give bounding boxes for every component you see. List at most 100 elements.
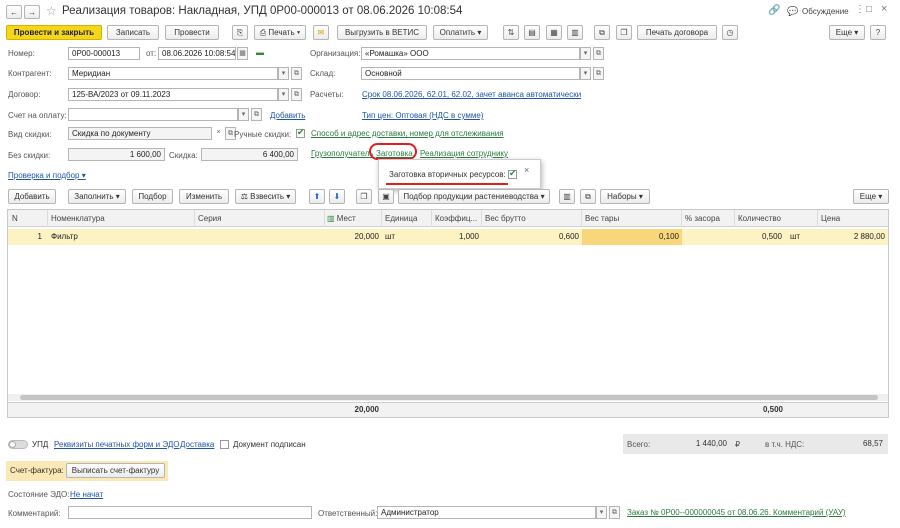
issue-invoice-button[interactable]: Выписать счет-фактуру — [66, 463, 165, 478]
print-forms-link[interactable]: Реквизиты печатных форм и ЭДО — [54, 439, 179, 451]
table-more-button[interactable]: Еще ▾ — [853, 189, 889, 204]
col-series[interactable]: Серия — [195, 210, 325, 227]
tool-icon-1[interactable]: ⇅ — [503, 25, 519, 40]
cell-item[interactable]: Фильтр — [48, 230, 81, 244]
price-type-link[interactable]: Тип цен: Оптовая (НДС в сумме) — [362, 110, 483, 122]
col-coef[interactable]: Коэффиц... — [432, 210, 482, 227]
menu-icon[interactable]: ⋮ — [855, 4, 865, 15]
fill-button[interactable]: Заполнить ▾ — [68, 189, 126, 204]
cell-litter[interactable] — [682, 230, 735, 244]
sets-button[interactable]: Наборы ▾ — [600, 189, 650, 204]
tool-icon-3[interactable]: ▦ — [546, 25, 562, 40]
post-and-close-button[interactable]: Провести и закрыть — [6, 25, 102, 40]
pay-button[interactable]: Оплатить ▾ — [433, 25, 488, 40]
move-down-icon[interactable]: ⬇ — [329, 189, 345, 204]
vetis-export-button[interactable]: Выгрузить в ВЕТИС — [337, 25, 427, 40]
col-litter[interactable]: % засора — [682, 210, 735, 227]
delivery-bottom-link[interactable]: Доставка — [180, 439, 214, 451]
save-button[interactable]: Записать — [107, 25, 159, 40]
popup-close-icon[interactable]: × — [524, 165, 529, 175]
discount-field[interactable]: 6 400,00 — [201, 148, 298, 161]
col-qty[interactable]: Количество — [735, 210, 818, 227]
order-link[interactable]: Заказ № 0Р00--000000045 от 08.06.26. Ком… — [627, 507, 846, 519]
add-row-button[interactable]: Добавить — [8, 189, 56, 204]
tool-icon-4[interactable]: ▥ — [567, 25, 583, 40]
change-button[interactable]: Изменить — [179, 189, 229, 204]
back-button[interactable]: ← — [6, 5, 22, 19]
structure-icon[interactable]: ⎘ — [232, 25, 248, 40]
delivery-link[interactable]: Способ и адрес доставки, номер для отсле… — [311, 128, 504, 140]
clock-icon[interactable]: ◷ — [722, 25, 738, 40]
add-link[interactable]: Добавить — [270, 110, 305, 122]
contract-field[interactable]: 125-ВА/2023 от 09.11.2023 — [68, 88, 278, 101]
upd-toggle[interactable] — [8, 440, 28, 449]
cell-series[interactable] — [195, 230, 201, 244]
org-dropdown-icon[interactable]: ▾ — [580, 47, 591, 60]
move-up-icon[interactable]: ⬆ — [309, 189, 325, 204]
check-and-pick-link[interactable]: Проверка и подбор ▾ — [8, 170, 86, 182]
contract-open-icon[interactable]: ⧉ — [291, 88, 302, 101]
contract-dropdown-icon[interactable]: ▾ — [278, 88, 289, 101]
invoice-field[interactable] — [68, 108, 238, 121]
weigh-button[interactable]: ⚖ Взвесить ▾ — [235, 189, 296, 204]
invoice-open-icon[interactable]: ⧉ — [251, 108, 262, 121]
more-button[interactable]: Еще ▾ — [829, 25, 865, 40]
discussion-link[interactable]: Обсуждение — [802, 7, 849, 16]
cell-qty[interactable]: 0,500 — [735, 230, 785, 244]
col-n[interactable]: N — [8, 210, 48, 227]
cell-places[interactable]: 20,000 — [325, 230, 382, 244]
favorite-star-icon[interactable]: ☆ — [46, 4, 57, 18]
number-field[interactable]: 0Р00-000013 — [68, 47, 140, 60]
discount-type-field[interactable]: Скидка по документу — [68, 127, 212, 140]
settlements-link[interactable]: Срок 08.06.2026, 62.01, 62.02, зачет ава… — [362, 89, 581, 101]
discussion-icon[interactable]: 💬 — [787, 6, 798, 17]
counterparty-open-icon[interactable]: ⧉ — [291, 67, 302, 80]
counterparty-dropdown-icon[interactable]: ▾ — [278, 67, 289, 80]
org-field[interactable]: «Ромашка» ООО — [361, 47, 580, 60]
comment-field[interactable] — [68, 506, 312, 519]
barcode-icon[interactable]: ▥ — [559, 189, 575, 204]
horizontal-scrollbar[interactable] — [8, 394, 888, 401]
forward-button[interactable]: → — [24, 5, 40, 19]
tool-icon-2[interactable]: ▤ — [524, 25, 540, 40]
cell-price[interactable]: 2 880,00 — [818, 230, 888, 244]
pick-button[interactable]: Подбор — [132, 189, 173, 204]
date-field[interactable]: 08.06.2026 10:08:54 — [158, 47, 236, 60]
print-contract-button[interactable]: Печать договора — [637, 25, 717, 40]
warehouse-field[interactable]: Основной — [361, 67, 580, 80]
calendar-icon[interactable]: ▦ — [237, 47, 248, 60]
secondary-resources-checkbox[interactable] — [508, 168, 517, 179]
cell-unit[interactable]: шт — [382, 230, 398, 244]
plant-products-pick-button[interactable]: Подбор продукции растениеводства ▾ — [398, 189, 550, 204]
col-price[interactable]: Цена — [818, 210, 888, 227]
discount-clear-icon[interactable]: × — [213, 127, 224, 140]
manual-discount-checkbox[interactable] — [296, 127, 305, 138]
no-discount-field[interactable]: 1 600,00 — [68, 148, 165, 161]
responsible-open-icon[interactable]: ⧉ — [609, 506, 620, 519]
signed-checkbox[interactable] — [220, 440, 229, 449]
copy-row-icon[interactable]: ❐ — [356, 189, 372, 204]
email-icon[interactable]: ✉ — [313, 25, 329, 40]
counterparty-field[interactable]: Меридиан — [68, 67, 278, 80]
print-button[interactable]: ⎙ Печать ▾ — [254, 25, 306, 40]
maximize-icon[interactable]: □ — [866, 4, 872, 15]
cell-gross[interactable]: 0,600 — [482, 230, 582, 244]
col-unit[interactable]: Единица — [382, 210, 432, 227]
invoice-dropdown-icon[interactable]: ▾ — [238, 108, 249, 121]
org-open-icon[interactable]: ⧉ — [593, 47, 604, 60]
tool-icon-5[interactable]: ⧉ — [594, 25, 610, 40]
cell-coef[interactable]: 1,000 — [432, 230, 482, 244]
col-item[interactable]: Номенклатура — [48, 210, 195, 227]
help-icon[interactable]: ? — [870, 25, 886, 40]
col-gross[interactable]: Вес брутто — [482, 210, 582, 227]
consignee-link[interactable]: Грузополучатель — [311, 148, 374, 160]
col-places[interactable]: ▥ Мест — [325, 210, 382, 227]
responsible-field[interactable]: Администратор — [377, 506, 596, 519]
responsible-dropdown-icon[interactable]: ▾ — [596, 506, 607, 519]
cell-tare[interactable]: 0,100 — [582, 230, 682, 244]
warehouse-dropdown-icon[interactable]: ▾ — [580, 67, 591, 80]
link-icon[interactable]: 🔗 — [768, 5, 780, 16]
col-tare[interactable]: Вес тары — [582, 210, 682, 227]
edo-link[interactable]: Не начат — [70, 489, 103, 501]
close-icon[interactable]: × — [881, 3, 887, 15]
